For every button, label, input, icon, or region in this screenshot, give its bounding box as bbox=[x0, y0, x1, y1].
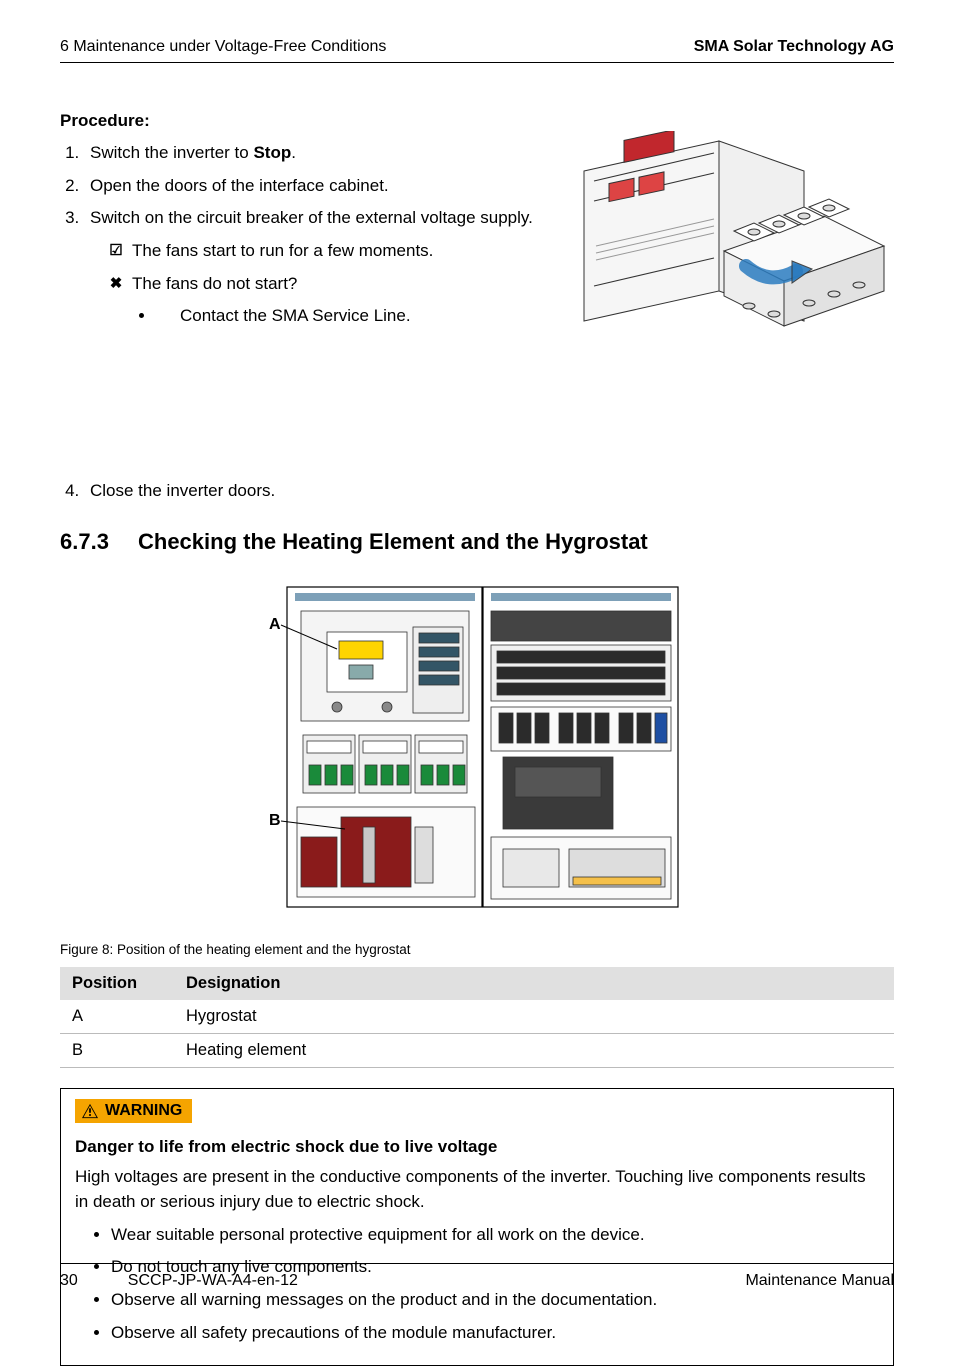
footer-doc-id: SCCP-JP-WA-A4-en-12 bbox=[128, 1272, 298, 1290]
cell-designation: Heating element bbox=[174, 1034, 894, 1068]
position-table: Position Designation A Hygrostat B Heati… bbox=[60, 967, 894, 1068]
step-text: Open the doors of the interface cabinet. bbox=[90, 176, 389, 195]
warning-item: Wear suitable personal protective equipm… bbox=[111, 1223, 879, 1248]
table-row: B Heating element bbox=[60, 1034, 894, 1068]
page-footer: 30 SCCP-JP-WA-A4-en-12 Maintenance Manua… bbox=[60, 1263, 894, 1290]
step-results: ☑ The fans start to run for a few moment… bbox=[108, 239, 894, 329]
cell-position: B bbox=[60, 1034, 174, 1068]
warning-item: Observe all warning messages on the prod… bbox=[111, 1288, 879, 1313]
table-row: A Hygrostat bbox=[60, 1000, 894, 1034]
procedure-step: Close the inverter doors. bbox=[84, 479, 894, 504]
fail-actions: Contact the SMA Service Line. bbox=[156, 304, 894, 329]
cabinet-figure: A B bbox=[60, 577, 894, 922]
warning-box: WARNING Danger to life from electric sho… bbox=[60, 1088, 894, 1366]
section-title: Checking the Heating Element and the Hyg… bbox=[138, 529, 648, 554]
footer-page-number: 30 bbox=[60, 1272, 78, 1290]
section-heading: 6.7.3Checking the Heating Element and th… bbox=[60, 529, 894, 555]
step-text: Switch on the circuit breaker of the ext… bbox=[90, 208, 533, 227]
figure-caption: Figure 8: Position of the heating elemen… bbox=[60, 942, 894, 957]
figure-label-a: A bbox=[269, 616, 281, 633]
warning-title: Danger to life from electric shock due t… bbox=[75, 1137, 879, 1157]
result-text: The fans do not start? bbox=[132, 274, 297, 293]
warning-tag-text: WARNING bbox=[105, 1102, 182, 1120]
page-header: 6 Maintenance under Voltage-Free Conditi… bbox=[60, 38, 894, 63]
footer-doc-type: Maintenance Manual bbox=[745, 1272, 894, 1290]
header-section: 6 Maintenance under Voltage-Free Conditi… bbox=[60, 38, 386, 56]
col-position: Position bbox=[60, 967, 174, 1000]
warning-item: Observe all safety precautions of the mo… bbox=[111, 1321, 879, 1346]
warning-tag: WARNING bbox=[75, 1099, 192, 1123]
cross-icon: ✖ bbox=[108, 273, 124, 295]
cabinet-diagram: A B bbox=[267, 577, 687, 917]
result-fail: ✖ The fans do not start? Contact the SMA… bbox=[108, 272, 894, 329]
fail-action: Contact the SMA Service Line. bbox=[156, 304, 894, 329]
step-text: Close the inverter doors. bbox=[90, 481, 275, 500]
header-company: SMA Solar Technology AG bbox=[694, 38, 894, 56]
step-bold: Stop bbox=[253, 143, 291, 162]
section-number: 6.7.3 bbox=[60, 529, 138, 555]
result-success: ☑ The fans start to run for a few moment… bbox=[108, 239, 894, 264]
step-text-after: . bbox=[291, 143, 296, 162]
cell-position: A bbox=[60, 1000, 174, 1034]
col-designation: Designation bbox=[174, 967, 894, 1000]
warning-triangle-icon bbox=[81, 1103, 99, 1119]
warning-body: High voltages are present in the conduct… bbox=[75, 1165, 879, 1214]
procedure-heading: Procedure: bbox=[60, 111, 894, 131]
checkmark-icon: ☑ bbox=[108, 240, 124, 262]
table-header-row: Position Designation bbox=[60, 967, 894, 1000]
result-text: The fans start to run for a few moments. bbox=[132, 241, 433, 260]
step-text: Switch the inverter to bbox=[90, 143, 253, 162]
figure-label-b: B bbox=[269, 812, 281, 829]
cell-designation: Hygrostat bbox=[174, 1000, 894, 1034]
